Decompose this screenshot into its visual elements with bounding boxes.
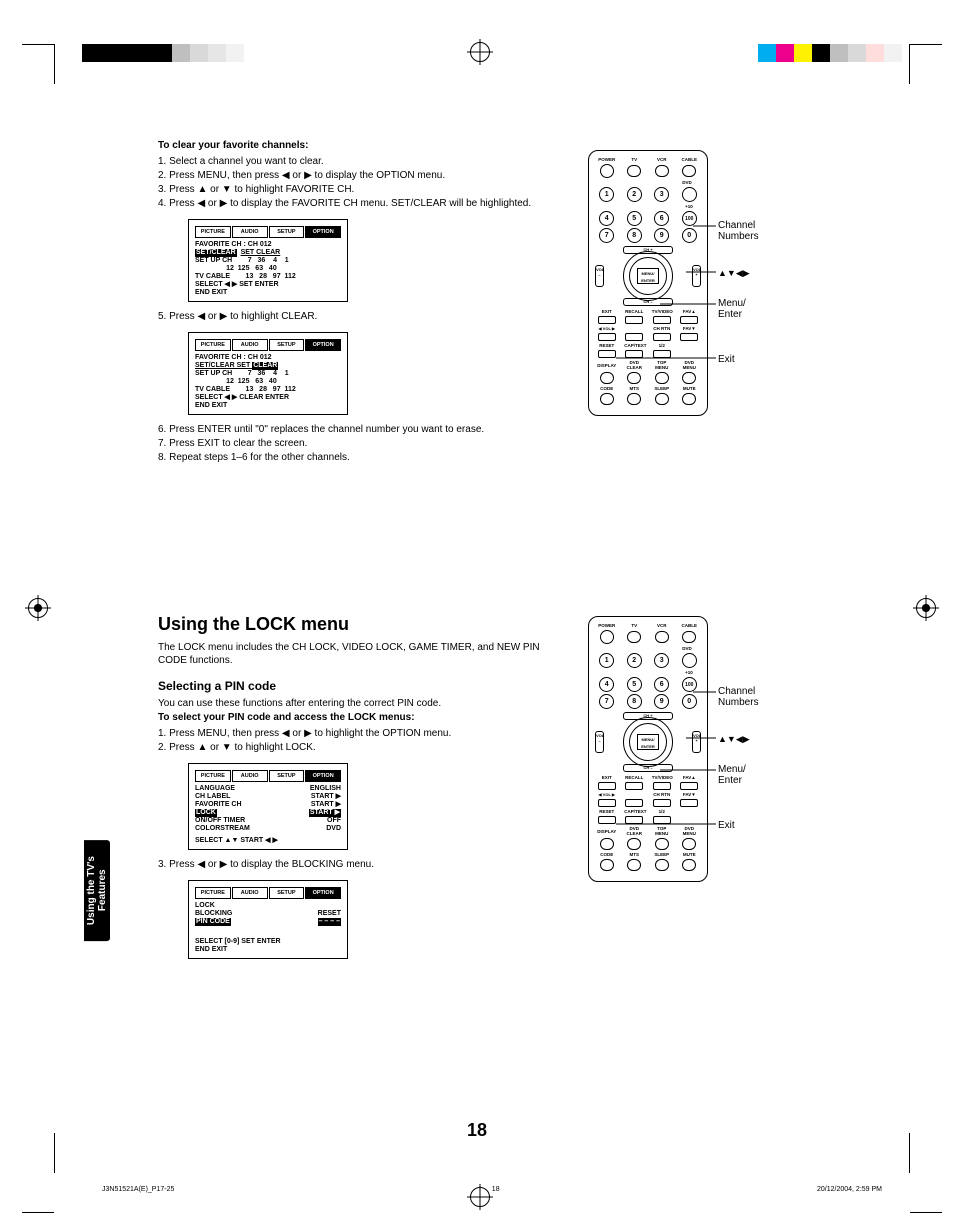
step: 6. Press ENTER until "0" replaces the ch… <box>172 423 558 437</box>
osd-hint: END EXIT <box>195 289 341 297</box>
osd-tab: SETUP <box>269 339 305 351</box>
osd-blocking: PICTURE AUDIO SETUP OPTION LOCK BLOCKING… <box>188 880 348 959</box>
osd-hint: SELECT ◀ ▶ SET ENTER <box>195 281 341 289</box>
osd-tab: PICTURE <box>195 339 231 351</box>
osd-hint: END EXIT <box>195 946 341 954</box>
step: 7. Press EXIT to clear the screen. <box>172 437 558 451</box>
footer-left: J3N51521A(E)_P17-25 <box>102 1186 174 1193</box>
osd-hint: SELECT ▲▼ START ◀ ▶ <box>195 837 341 845</box>
osd-tab: PICTURE <box>195 226 231 238</box>
osd-tab-active: OPTION <box>305 770 341 782</box>
step: 2. Press MENU, then press ◀ or ▶ to disp… <box>172 169 558 183</box>
step: 3. Press ▲ or ▼ to highlight FAVORITE CH… <box>172 183 558 197</box>
crop-mark <box>22 1212 54 1213</box>
clear-steps: 6. Press ENTER until "0" replaces the ch… <box>158 423 558 465</box>
power-button-icon <box>600 630 614 644</box>
footer-center: 18 <box>492 1186 500 1193</box>
osd-hint: SELECT ◀ ▶ CLEAR ENTER <box>195 394 341 402</box>
menu-enter-button: MENU/ ENTER <box>637 268 659 284</box>
menu-enter-button: MENU/ ENTER <box>637 734 659 750</box>
osd-line: SET/CLEAR SET CLEAR <box>195 249 341 257</box>
osd-option-lock: PICTURE AUDIO SETUP OPTION LANGUAGEENGLI… <box>188 763 348 850</box>
osd-tab: SETUP <box>269 770 305 782</box>
osd-tab: AUDIO <box>232 770 268 782</box>
pin-heading: Selecting a PIN code <box>158 679 558 693</box>
step: 4. Press ◀ or ▶ to display the FAVORITE … <box>172 197 558 211</box>
registration-strip-right <box>758 44 902 62</box>
crop-mark <box>909 44 910 84</box>
callout-exit: Exit <box>718 354 735 365</box>
osd-hint: END EXIT <box>195 402 341 410</box>
clear-steps: 5. Press ◀ or ▶ to highlight CLEAR. <box>158 310 558 324</box>
osd-tab: AUDIO <box>232 226 268 238</box>
osd-tab: SETUP <box>269 887 305 899</box>
power-button-icon <box>600 164 614 178</box>
callout-menu: Menu/ Enter <box>718 764 746 786</box>
step: 1. Press MENU, then press ◀ or ▶ to high… <box>172 727 558 741</box>
crop-mark <box>54 44 55 84</box>
registration-target-icon <box>28 598 48 618</box>
osd-tab-active: OPTION <box>305 887 341 899</box>
remote-diagram: POWER TV VCR CABLE DVD 123 +10 456100 78… <box>588 616 708 882</box>
registration-target-icon <box>470 42 490 62</box>
step: 1. Select a channel you want to clear. <box>172 155 558 169</box>
callout-exit: Exit <box>718 820 735 831</box>
osd-tab-active: OPTION <box>305 226 341 238</box>
callout-menu: Menu/ Enter <box>718 298 746 320</box>
osd-grid: SET UP CH 7 36 4 1 12 125 63 40 TV CABLE… <box>195 257 341 281</box>
crop-mark <box>910 44 942 45</box>
callout-arrows: ▲▼◀▶ <box>718 268 750 279</box>
registration-strip-left <box>82 44 244 62</box>
lock-heading: Using the LOCK menu <box>158 614 558 635</box>
registration-target-icon <box>916 598 936 618</box>
osd-tab: AUDIO <box>232 339 268 351</box>
pin-steps: 3. Press ◀ or ▶ to display the BLOCKING … <box>158 858 558 872</box>
footer: J3N51521A(E)_P17-25 18 20/12/2004, 2:59 … <box>102 1186 882 1193</box>
pin-steps: 1. Press MENU, then press ◀ or ▶ to high… <box>158 727 558 755</box>
lock-intro: The LOCK menu includes the CH LOCK, VIDE… <box>158 641 558 667</box>
osd-tab: SETUP <box>269 226 305 238</box>
osd-tab: PICTURE <box>195 887 231 899</box>
osd-tab: AUDIO <box>232 887 268 899</box>
osd-title: FAVORITE CH : CH 012 <box>195 354 341 362</box>
pin-intro: You can use these functions after enteri… <box>158 697 558 710</box>
page-number: 18 <box>0 1120 954 1141</box>
osd-line: SET/CLEAR SET CLEAR <box>195 362 341 370</box>
osd-hint: SELECT [0-9] SET ENTER <box>195 938 341 946</box>
callout-channel: Channel Numbers <box>718 686 759 708</box>
osd-favorite-set: PICTURE AUDIO SETUP OPTION FAVORITE CH :… <box>188 219 348 302</box>
crop-mark <box>22 44 54 45</box>
osd-tab-active: OPTION <box>305 339 341 351</box>
section-tab: Using the TV's Features <box>84 840 110 941</box>
osd-tab: PICTURE <box>195 770 231 782</box>
step: 3. Press ◀ or ▶ to display the BLOCKING … <box>172 858 558 872</box>
crop-mark <box>910 1212 942 1213</box>
step: 5. Press ◀ or ▶ to highlight CLEAR. <box>172 310 558 324</box>
remote-diagram: POWER TV VCR CABLE DVD 123 +10 456100 78… <box>588 150 708 416</box>
callout-arrows: ▲▼◀▶ <box>718 734 750 745</box>
osd-grid: SET UP CH 7 36 4 1 12 125 63 40 TV CABLE… <box>195 370 341 394</box>
pin-procedure-heading: To select your PIN code and access the L… <box>158 712 558 723</box>
osd-title: FAVORITE CH : CH 012 <box>195 241 341 249</box>
clear-heading: To clear your favorite channels: <box>158 140 558 151</box>
clear-steps: 1. Select a channel you want to clear. 2… <box>158 155 558 211</box>
callout-channel: Channel Numbers <box>718 220 759 242</box>
footer-right: 20/12/2004, 2:59 PM <box>817 1186 882 1193</box>
osd-favorite-clear: PICTURE AUDIO SETUP OPTION FAVORITE CH :… <box>188 332 348 415</box>
step: 8. Repeat steps 1–6 for the other channe… <box>172 451 558 465</box>
step: 2. Press ▲ or ▼ to highlight LOCK. <box>172 741 558 755</box>
